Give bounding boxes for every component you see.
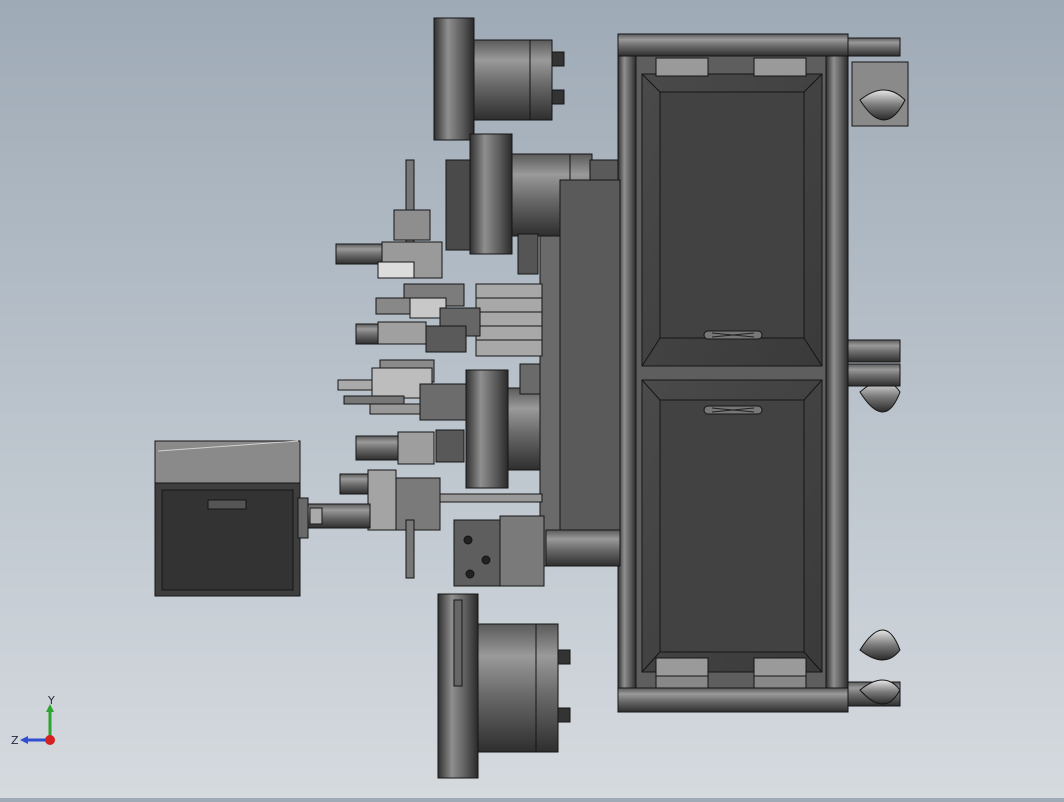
top-drum[interactable] (433, 17, 565, 141)
orientation-triad: Y Z (11, 696, 55, 747)
bottom-drum[interactable] (437, 593, 571, 779)
control-box[interactable] (154, 440, 309, 597)
assembly-model[interactable] (0, 0, 1064, 798)
x-axis-dot (45, 735, 55, 745)
main-frame[interactable] (617, 33, 849, 713)
z-axis-arrow (20, 736, 28, 744)
z-axis-label: Z (11, 734, 19, 747)
caster-wheels[interactable] (847, 37, 909, 707)
y-axis-label: Y (47, 696, 55, 707)
cad-graphics-area[interactable]: Y Z (0, 0, 1064, 798)
